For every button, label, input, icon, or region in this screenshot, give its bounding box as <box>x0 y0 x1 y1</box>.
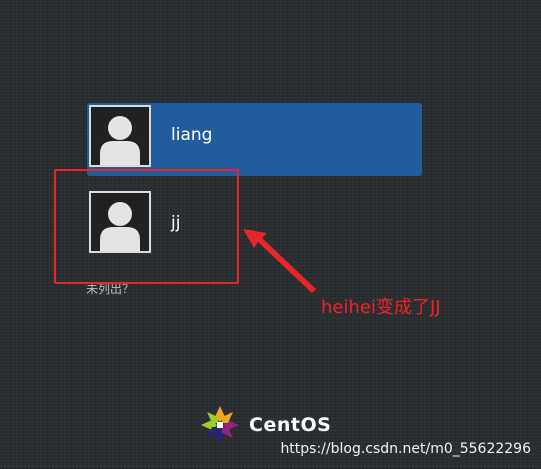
watermark-text: https://blog.csdn.net/m0_55622296 <box>280 441 531 457</box>
annotation-arrow-icon <box>243 229 316 293</box>
annotation-text: heihei变成了JJ <box>321 297 441 318</box>
centos-brand: CentOS <box>199 405 331 445</box>
centos-logo-icon <box>201 406 239 444</box>
brand-name: CentOS <box>249 414 332 436</box>
